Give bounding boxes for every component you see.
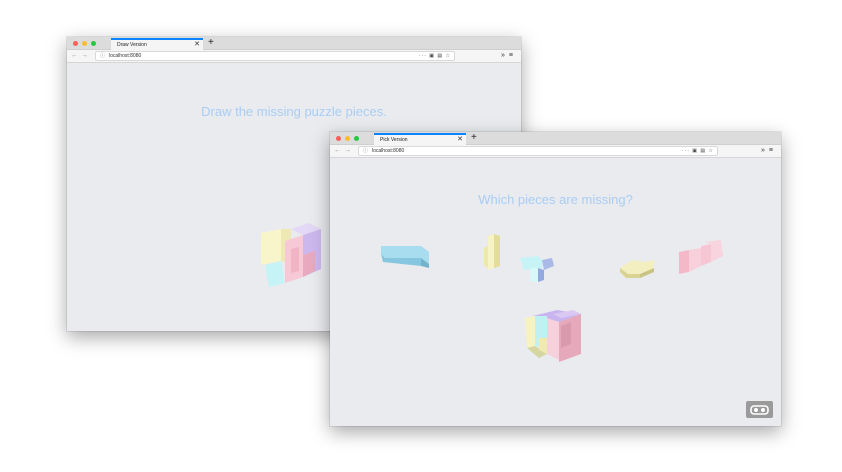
cube-pink-right [303, 251, 315, 277]
puzzle-cube-model[interactable] [523, 304, 591, 366]
back-arrow-icon[interactable]: ← [71, 52, 81, 59]
close-tab-icon[interactable]: ✕ [194, 40, 200, 50]
page-actions-icons[interactable]: ··· ▣ ▤ ☆ [682, 147, 714, 155]
close-tab-icon[interactable]: ✕ [457, 135, 463, 145]
new-tab-button[interactable]: + [471, 132, 477, 144]
toolbar-right: »≡ [501, 50, 517, 62]
piece-option-yellow-column[interactable] [482, 234, 504, 272]
close-window-button[interactable] [73, 41, 78, 46]
window-controls [73, 41, 96, 46]
url-text: localhost:8080 [372, 148, 405, 154]
overflow-icon[interactable]: » [501, 52, 509, 59]
zoom-window-button[interactable] [354, 136, 359, 141]
zoom-window-button[interactable] [91, 41, 96, 46]
history-buttons: ←→ [71, 50, 91, 62]
close-window-button[interactable] [336, 136, 341, 141]
puzzle-cube-model[interactable] [257, 221, 329, 291]
tab-strip: Draw Version ✕ + [67, 37, 521, 50]
page-actions-icons[interactable]: ··· ▣ ▤ ☆ [419, 52, 451, 60]
history-buttons: ←→ [334, 145, 354, 157]
tab-draw-version[interactable]: Draw Version ✕ [111, 38, 203, 50]
forward-arrow-icon[interactable]: → [344, 147, 354, 154]
tab-pick-version[interactable]: Pick Version ✕ [374, 133, 466, 145]
piece-option-cyan-t[interactable] [518, 254, 556, 284]
menu-icon[interactable]: ≡ [769, 147, 777, 154]
toolbar-right: »≡ [761, 145, 777, 157]
navigation-bar: ←→ ⓘ localhost:8080 ··· ▣ ▤ ☆ »≡ [67, 50, 521, 62]
vr-goggles-icon [750, 405, 769, 415]
cube-yellow-face [261, 229, 281, 265]
info-icon[interactable]: ⓘ [100, 53, 105, 59]
minimize-window-button[interactable] [345, 136, 350, 141]
piece-option-pink-step[interactable] [677, 238, 727, 276]
address-bar[interactable]: ⓘ localhost:8080 ··· ▣ ▤ ☆ [95, 51, 455, 61]
cube-pink-notch [291, 247, 299, 273]
address-bar[interactable]: ⓘ localhost:8080 ··· ▣ ▤ ☆ [358, 146, 718, 156]
pick-heading: Which pieces are missing? [478, 192, 633, 207]
pick-version-window: Pick Version ✕ + ←→ ⓘ localhost:8080 ··· … [330, 132, 781, 426]
tab-title: Pick Version [380, 137, 408, 143]
draw-heading: Draw the missing puzzle pieces. [201, 104, 387, 119]
tab-title: Draw Version [117, 42, 147, 48]
minimize-window-button[interactable] [82, 41, 87, 46]
menu-icon[interactable]: ≡ [509, 52, 517, 59]
pick-canvas: Which pieces are missing? [330, 158, 781, 426]
vr-goggles-button[interactable] [746, 401, 773, 418]
url-text: localhost:8080 [109, 53, 142, 59]
new-tab-button[interactable]: + [208, 37, 214, 49]
browser-chrome: Pick Version ✕ + ←→ ⓘ localhost:8080 ··· … [330, 132, 781, 158]
cube-cyan-face [265, 261, 285, 287]
browser-chrome: Draw Version ✕ + ←→ ⓘ localhost:8080 ··· … [67, 37, 521, 63]
info-icon[interactable]: ⓘ [363, 148, 368, 154]
window-controls [336, 136, 359, 141]
piece-option-blue-bar[interactable] [379, 244, 431, 270]
piece-option-yellow-flat[interactable] [616, 254, 658, 282]
overflow-icon[interactable]: » [761, 147, 769, 154]
navigation-bar: ←→ ⓘ localhost:8080 ··· ▣ ▤ ☆ »≡ [330, 145, 781, 157]
tab-strip: Pick Version ✕ + [330, 132, 781, 145]
back-arrow-icon[interactable]: ← [334, 147, 344, 154]
forward-arrow-icon[interactable]: → [81, 52, 91, 59]
